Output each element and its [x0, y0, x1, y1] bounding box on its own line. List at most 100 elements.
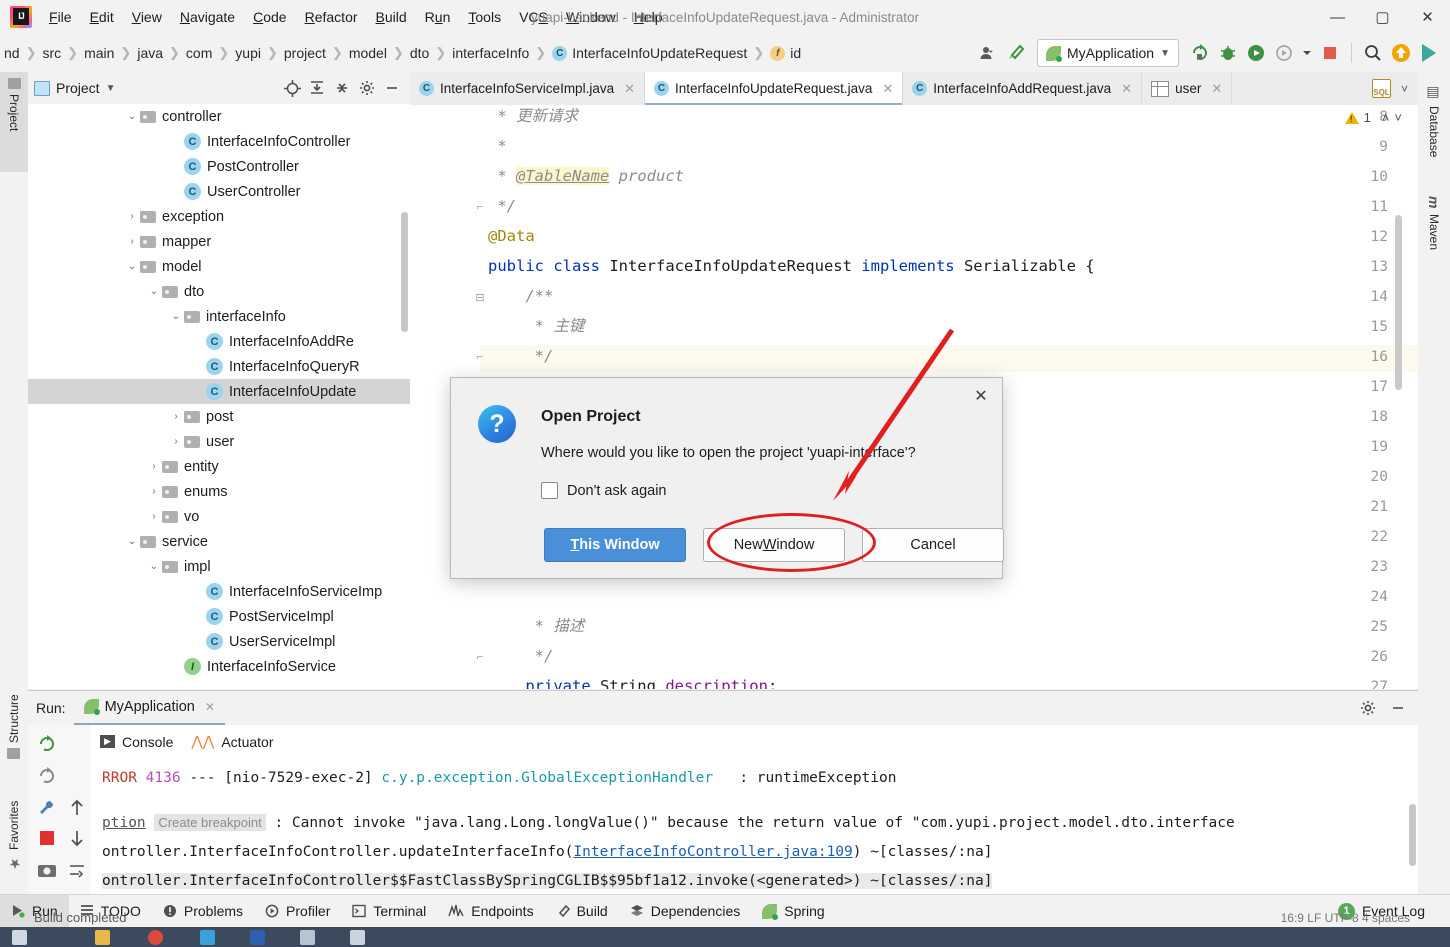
tree-node[interactable]: C InterfaceInfoUpdate	[28, 379, 410, 404]
run-tab-myapplication[interactable]: MyApplication ✕	[73, 690, 225, 726]
close-icon[interactable]: ✕	[1121, 81, 1132, 97]
chevron-down-icon[interactable]: ⌄	[124, 536, 140, 547]
breadcrumb-item-field[interactable]: f id	[766, 43, 805, 63]
breadcrumb-item[interactable]: src	[38, 43, 65, 63]
chevron-down-icon[interactable]: ⌄	[124, 111, 140, 122]
rail-tab-database[interactable]: ▤ Database	[1418, 78, 1450, 195]
rail-tab-maven[interactable]: m Maven	[1418, 190, 1450, 292]
up-arrow-icon[interactable]	[62, 793, 92, 823]
tree-node[interactable]: C InterfaceInfoServiceImp	[28, 579, 410, 604]
breadcrumb-item[interactable]: model	[345, 43, 391, 63]
hammer-icon[interactable]	[1003, 40, 1029, 66]
search-icon[interactable]	[1360, 40, 1386, 66]
menu-code[interactable]: Code	[244, 5, 295, 29]
start-icon[interactable]	[12, 930, 27, 945]
rail-tab-structure[interactable]: Structure	[0, 655, 28, 765]
explorer-icon[interactable]	[95, 930, 110, 945]
tree-node[interactable]: ⌄ interfaceInfo	[28, 304, 410, 329]
statusbar-item-dependencies[interactable]: Dependencies	[619, 895, 752, 927]
menu-bar[interactable]: File Edit View Navigate Code Refactor Bu…	[40, 5, 672, 29]
menu-view[interactable]: View	[123, 5, 171, 29]
tree-node[interactable]: › entity	[28, 454, 410, 479]
stacktrace-link[interactable]: InterfaceInfoController.java:109	[573, 844, 852, 860]
create-breakpoint-hint[interactable]: Create breakpoint	[154, 814, 266, 831]
chevron-down-icon[interactable]: ⌄	[168, 311, 184, 322]
menu-edit[interactable]: Edit	[81, 5, 123, 29]
prev-highlight-icon[interactable]: ˄	[1376, 110, 1390, 125]
menu-navigate[interactable]: Navigate	[171, 5, 244, 29]
tree-node[interactable]: C UserController	[28, 179, 410, 204]
menu-build[interactable]: Build	[367, 5, 416, 29]
minimize-button[interactable]: —	[1315, 0, 1360, 34]
soft-wrap-icon[interactable]	[62, 855, 92, 885]
editor-tab-interfaceinfoserviceimpl[interactable]: C InterfaceInfoServiceImpl.java ✕	[410, 72, 645, 105]
project-tree[interactable]: ⌄ controller C InterfaceInfoController C Post…	[28, 104, 410, 689]
chevron-down-icon[interactable]	[1299, 40, 1315, 66]
tree-node[interactable]: › post	[28, 404, 410, 429]
sql-console-icon[interactable]: SQL	[1371, 79, 1391, 98]
profile-icon[interactable]	[1271, 40, 1297, 66]
chevron-down-icon[interactable]: ⌄	[146, 286, 162, 297]
statusbar-item-problems[interactable]: Problems	[152, 895, 254, 927]
down-arrow-icon[interactable]	[62, 823, 92, 853]
tree-node[interactable]: C UserServiceImpl	[28, 629, 410, 654]
tree-node[interactable]: › vo	[28, 504, 410, 529]
tree-node[interactable]: C PostServiceImpl	[28, 604, 410, 629]
expand-all-icon[interactable]	[305, 76, 329, 100]
tree-node[interactable]: C InterfaceInfoController	[28, 129, 410, 154]
collapse-all-icon[interactable]	[330, 76, 354, 100]
menu-refactor[interactable]: Refactor	[296, 5, 367, 29]
tree-node[interactable]: › user	[28, 429, 410, 454]
app-icon[interactable]	[200, 930, 215, 945]
breadcrumb-item[interactable]: java	[133, 43, 167, 63]
close-icon[interactable]: ✕	[1211, 81, 1222, 97]
tree-node[interactable]: I InterfaceInfoService	[28, 654, 410, 679]
avatar-icon[interactable]	[975, 40, 1001, 66]
close-icon[interactable]: ✕	[882, 81, 893, 97]
statusbar-item-terminal[interactable]: Terminal	[341, 895, 437, 927]
rail-tab-favorites[interactable]: ★ Favorites	[0, 762, 28, 877]
chevron-right-icon[interactable]: ›	[146, 486, 162, 497]
run-coverage-icon[interactable]	[1243, 40, 1269, 66]
chevron-right-icon[interactable]: ›	[124, 236, 140, 247]
dont-ask-again-checkbox[interactable]: Don't ask again	[541, 482, 667, 499]
tree-node[interactable]: C InterfaceInfoAddRe	[28, 329, 410, 354]
chrome-icon[interactable]	[148, 930, 163, 945]
new-window-button[interactable]: New Window	[703, 528, 845, 562]
rerun-icon[interactable]	[32, 729, 62, 759]
breadcrumb-item[interactable]: nd	[0, 43, 24, 63]
subtab-console[interactable]: ▶ Console	[100, 734, 173, 750]
editor-tab-user[interactable]: user ✕	[1142, 72, 1233, 105]
editor-tab-interfaceinfoaddrequest[interactable]: C InterfaceInfoAddRequest.java ✕	[903, 72, 1143, 105]
locate-icon[interactable]	[280, 76, 304, 100]
menu-tools[interactable]: Tools	[459, 5, 510, 29]
chevron-right-icon[interactable]: ›	[146, 511, 162, 522]
statusbar-item-build[interactable]: Build	[545, 895, 619, 927]
chevron-right-icon[interactable]: ›	[168, 436, 184, 447]
tree-node[interactable]: ⌄ dto	[28, 279, 410, 304]
rail-tab-project[interactable]: Project	[0, 72, 28, 172]
fold-end-icon[interactable]: ⌐	[474, 351, 486, 363]
dialog-close-icon[interactable]: ✕	[968, 384, 994, 408]
idea-assistant-icon[interactable]	[1416, 40, 1442, 66]
debug-icon[interactable]	[1215, 40, 1241, 66]
wrench-icon[interactable]	[32, 793, 62, 823]
checkbox-box[interactable]	[541, 482, 558, 499]
next-highlight-icon[interactable]: ˅	[1394, 110, 1402, 125]
project-tree-scrollbar[interactable]	[401, 212, 408, 332]
app-icon[interactable]	[250, 930, 265, 945]
run-configuration-selector[interactable]: MyApplication ▼	[1036, 39, 1179, 67]
statusbar-item-profiler[interactable]: Profiler	[254, 895, 341, 927]
editor-tab-interfaceinfoupdaterequest[interactable]: C InterfaceInfoUpdateRequest.java ✕	[645, 72, 904, 106]
close-icon[interactable]: ✕	[624, 81, 635, 97]
tree-node[interactable]: ⌄ controller	[28, 104, 410, 129]
console-scrollbar[interactable]	[1409, 804, 1416, 866]
camera-icon[interactable]	[32, 855, 62, 885]
app-icon[interactable]	[300, 930, 315, 945]
tree-node[interactable]: ⌄ model	[28, 254, 410, 279]
chevron-down-icon[interactable]: ▼	[106, 83, 116, 94]
stop-icon[interactable]	[1317, 40, 1343, 66]
tree-node[interactable]: C InterfaceInfoQueryR	[28, 354, 410, 379]
tree-node[interactable]: ⌄ service	[28, 529, 410, 554]
breadcrumb-item[interactable]: main	[80, 43, 118, 63]
